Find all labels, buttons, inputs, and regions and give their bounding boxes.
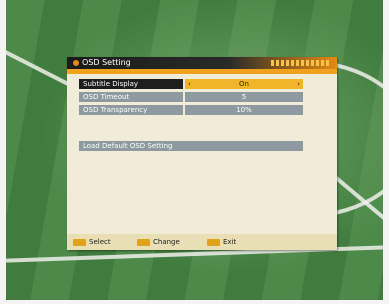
panel-title: OSD Setting xyxy=(82,58,131,67)
hint-change-label: Change xyxy=(153,238,180,246)
menu-row-osd-transparency[interactable]: OSD Transparency 10% xyxy=(79,105,319,115)
hint-select-label: Select xyxy=(89,238,111,246)
row-label: OSD Timeout xyxy=(79,92,183,102)
hint-exit-label: Exit xyxy=(223,238,237,246)
panel-title-bar: OSD Setting xyxy=(67,57,337,69)
load-default-button[interactable]: Load Default OSD Setting xyxy=(79,141,303,151)
title-underline xyxy=(67,69,337,74)
row-value: 5 xyxy=(185,92,303,102)
tv-screen-background: OSD Setting Subtitle Display ‹ On › OSD … xyxy=(6,0,383,300)
osd-setting-panel: OSD Setting Subtitle Display ‹ On › OSD … xyxy=(67,57,337,250)
exit-key-icon xyxy=(207,238,220,246)
row-value: 10% xyxy=(185,105,303,115)
hint-exit: Exit xyxy=(207,238,236,246)
row-label: OSD Transparency xyxy=(79,105,183,115)
row-value-selector[interactable]: ‹ On › xyxy=(185,79,303,89)
menu-row-osd-timeout[interactable]: OSD Timeout 5 xyxy=(79,92,319,102)
row-label: Subtitle Display xyxy=(79,79,183,89)
title-decoration xyxy=(271,60,331,66)
help-footer: Select Change Exit xyxy=(67,234,337,250)
arrow-key-icon xyxy=(137,238,150,246)
hint-select: Select xyxy=(73,238,111,246)
row-value: On xyxy=(239,80,249,88)
menu-row-subtitle-display[interactable]: Subtitle Display ‹ On › xyxy=(79,79,319,89)
hint-change: Change xyxy=(137,238,180,246)
ok-key-icon xyxy=(73,238,86,246)
right-arrow-icon[interactable]: › xyxy=(297,79,300,89)
left-arrow-icon[interactable]: ‹ xyxy=(188,79,191,89)
title-dot-icon xyxy=(73,60,79,66)
